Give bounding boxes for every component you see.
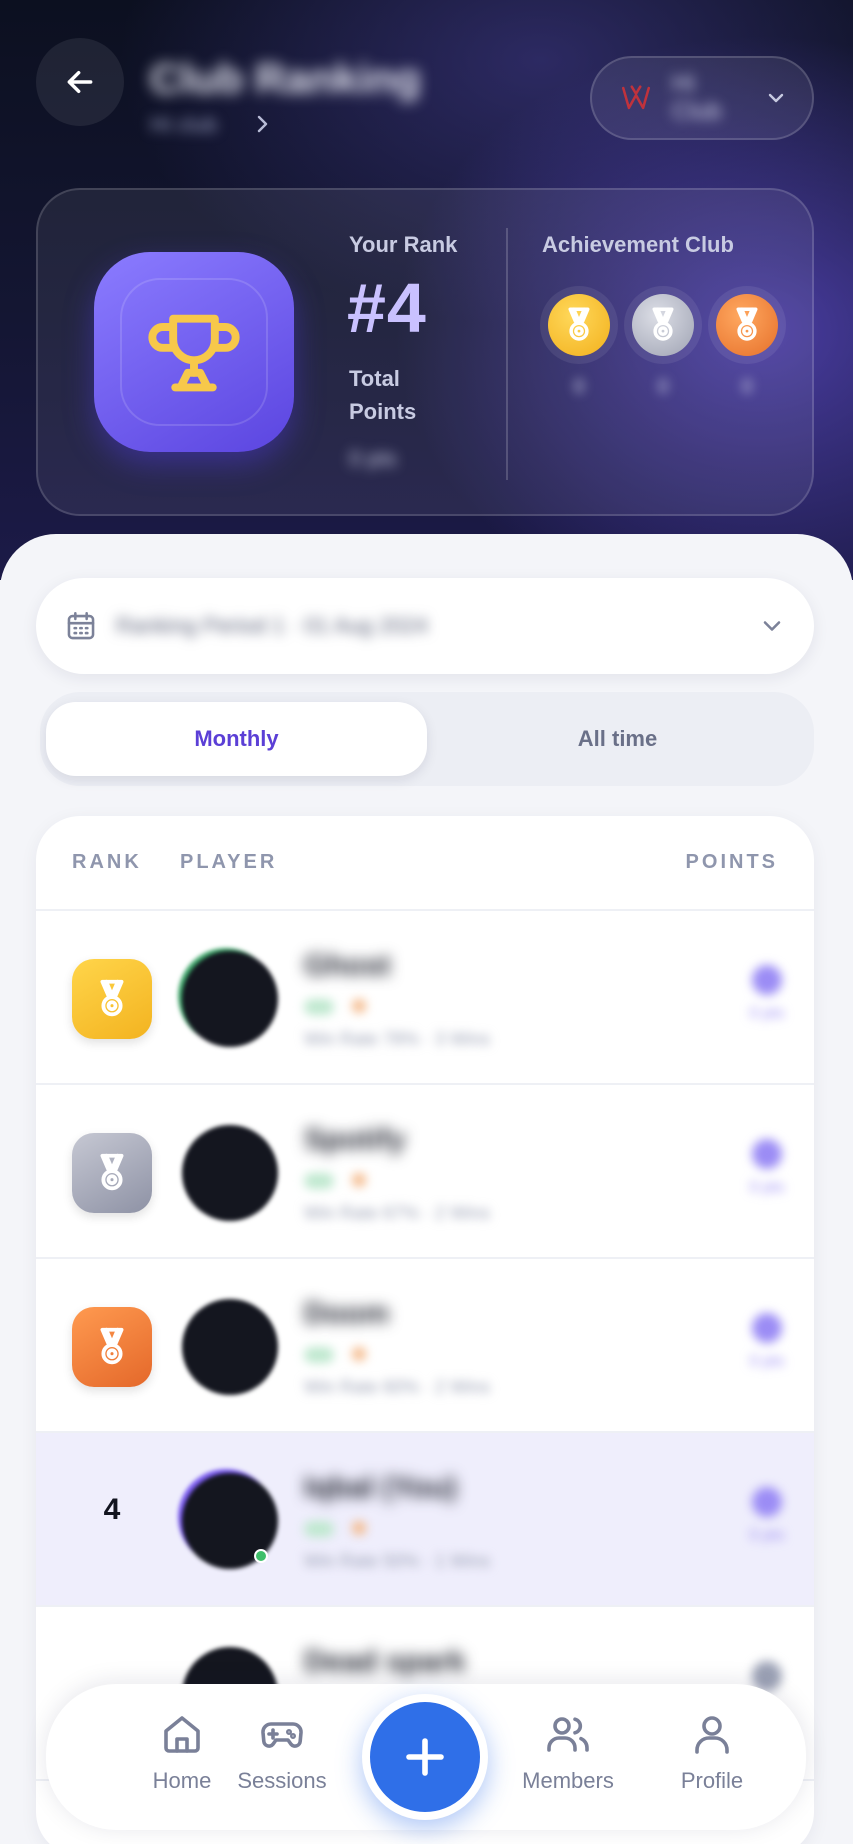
chevron-down-icon xyxy=(768,93,784,103)
arrow-left-icon xyxy=(67,70,93,94)
page-title: Club Ranking xyxy=(150,55,421,102)
your-rank-value: #4 xyxy=(347,269,427,347)
medal-icon xyxy=(100,1327,124,1365)
total-points-label: Total Points xyxy=(349,366,417,424)
nav-label: Sessions xyxy=(237,1768,327,1793)
points-value: 0 pts xyxy=(749,1527,785,1544)
plus-icon xyxy=(406,1738,444,1776)
achievement-bronze: 0 xyxy=(708,286,786,399)
table-row[interactable]: Spotify Win Rate 67% · 2 Wins 0 pts xyxy=(36,1085,814,1259)
achievement-club-label: Achievement Club xyxy=(542,232,734,257)
points-value: 0 pts xyxy=(749,1179,785,1196)
gold-rank-badge xyxy=(72,959,152,1039)
calendar-icon xyxy=(67,611,95,640)
medal-icon xyxy=(568,307,590,341)
bronze-count: 0 xyxy=(741,376,753,398)
add-button[interactable] xyxy=(362,1694,488,1820)
card-divider xyxy=(506,228,508,480)
chevron-right-icon xyxy=(257,115,268,133)
table-header: RANK PLAYER POINTS xyxy=(36,816,814,911)
player-meta: Win Rate 78% · 3 Wins xyxy=(304,1029,491,1049)
chevron-down-icon xyxy=(763,621,781,631)
silver-rank-badge xyxy=(72,1133,152,1213)
period-value: Ranking Period 1 · 01 Aug 2024 xyxy=(116,613,428,638)
player-meta: Win Rate 67% · 2 Wins xyxy=(304,1203,491,1223)
online-status-dot xyxy=(254,1549,268,1563)
back-button[interactable] xyxy=(36,38,124,126)
nav-label: Home xyxy=(152,1768,212,1793)
club-name: Hi Club xyxy=(672,70,722,125)
avatar[interactable] xyxy=(182,1299,278,1395)
medal-icon xyxy=(736,307,758,341)
period-tabs: Monthly All time xyxy=(40,692,814,786)
header-player: PLAYER xyxy=(180,851,278,873)
gamepad-icon xyxy=(261,1722,303,1748)
club-selector[interactable]: Hi Club xyxy=(590,56,814,140)
table-row-current-user[interactable]: 4 Iqbal (You) Win Rate 50% · 1 Wins 0 pt… xyxy=(36,1433,814,1607)
player-points: 0 pts xyxy=(742,1487,792,1545)
player-points: 0 pts xyxy=(742,1313,792,1371)
home-icon xyxy=(164,1716,200,1753)
profile-icon xyxy=(695,1716,729,1754)
points-value: 0 pts xyxy=(749,1353,785,1370)
tab-monthly[interactable]: Monthly xyxy=(46,702,427,776)
player-tags xyxy=(304,1173,366,1189)
club-logo-icon xyxy=(616,78,656,118)
nav-members[interactable]: Members xyxy=(498,1710,638,1794)
player-meta: Win Rate 50% · 1 Wins xyxy=(304,1551,491,1571)
nav-sessions[interactable]: Sessions xyxy=(212,1710,352,1794)
bronze-rank-badge xyxy=(72,1307,152,1387)
medal-icon xyxy=(100,979,124,1017)
silver-count: 0 xyxy=(657,376,669,398)
your-rank-label: Your Rank xyxy=(349,232,458,257)
medal-icon xyxy=(652,307,674,341)
gold-count: 0 xyxy=(573,376,585,398)
player-tags xyxy=(304,1347,366,1363)
player-points: 0 pts xyxy=(742,965,792,1023)
header-rank: RANK xyxy=(72,851,142,873)
trophy-tile xyxy=(94,252,294,452)
rank-number: 4 xyxy=(103,1493,121,1526)
player-points: 0 pts xyxy=(742,1139,792,1197)
total-points-value: 0 pts xyxy=(349,446,397,471)
header-points: POINTS xyxy=(685,851,778,873)
members-icon xyxy=(547,1717,589,1752)
breadcrumb-subtitle[interactable]: Hi club xyxy=(150,112,217,138)
table-row[interactable]: Ghost Win Rate 78% · 3 Wins 0 pts xyxy=(36,911,814,1085)
player-name: Dead spark xyxy=(304,1645,466,1678)
nav-label: Members xyxy=(522,1768,614,1793)
player-name: Iqbal (You) xyxy=(304,1471,457,1504)
achievement-medals: 0 0 0 xyxy=(540,286,786,399)
avatar[interactable] xyxy=(182,1125,278,1221)
period-selector[interactable]: Ranking Period 1 · 01 Aug 2024 xyxy=(36,578,814,674)
player-meta: Win Rate 60% · 2 Wins xyxy=(304,1377,491,1397)
nav-label: Profile xyxy=(680,1768,744,1793)
table-row[interactable]: Doom Win Rate 60% · 2 Wins 0 pts xyxy=(36,1259,814,1433)
player-name: Ghost xyxy=(304,949,391,982)
nav-profile[interactable]: Profile xyxy=(642,1710,782,1794)
player-name: Doom xyxy=(304,1297,389,1330)
player-tags xyxy=(304,999,366,1015)
player-tags xyxy=(304,1521,366,1537)
achievement-silver: 0 xyxy=(624,286,702,399)
tab-all-time[interactable]: All time xyxy=(427,702,808,776)
achievement-gold: 0 xyxy=(540,286,618,399)
points-value: 0 pts xyxy=(749,1005,785,1022)
medal-icon xyxy=(100,1153,124,1191)
avatar[interactable] xyxy=(182,951,278,1047)
rank-summary-card: Your Rank #4 Total Points 0 pts Achievem… xyxy=(36,188,814,516)
player-name: Spotify xyxy=(304,1123,406,1156)
trophy-icon xyxy=(148,314,240,392)
